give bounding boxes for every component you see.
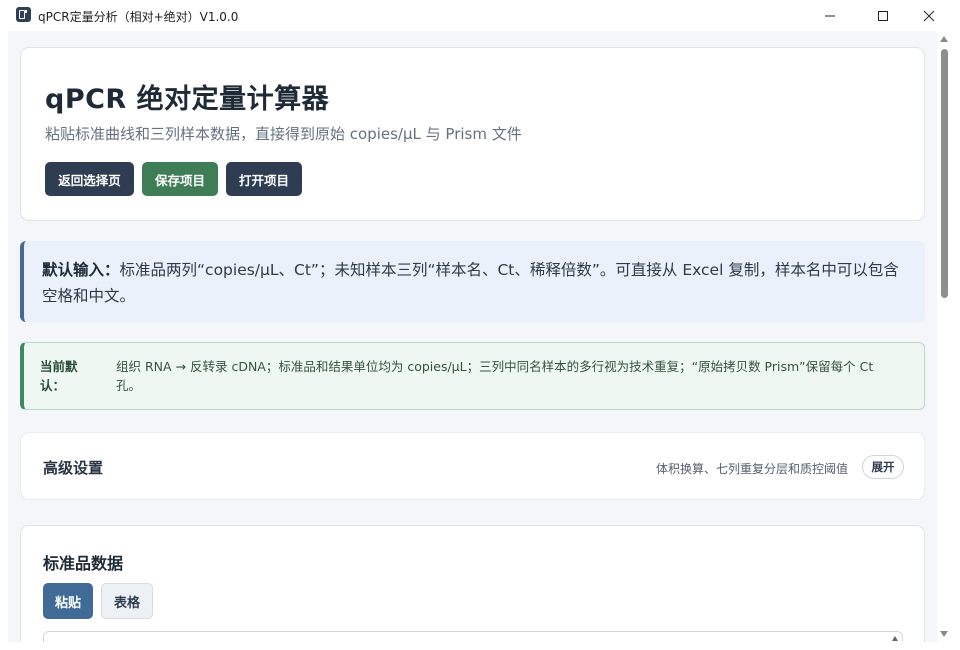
close-icon [923,10,935,21]
maximize-button[interactable] [860,0,906,31]
close-button[interactable] [906,0,952,31]
standards-title: 标准品数据 [43,554,124,573]
save-project-button[interactable]: 保存项目 [142,162,218,196]
current-default-text: 组织 RNA → 反转录 cDNA；标准品和结果单位均为 copies/μL；三… [116,359,874,393]
back-to-selection-button[interactable]: 返回选择页 [45,162,134,196]
window-title: qPCR定量分析（相对+绝对）V1.0.0 [38,10,239,24]
minimize-button[interactable] [807,0,853,31]
scroll-down-icon[interactable] [940,631,948,637]
default-input-notice: 默认输入：标准品两列“copies/μL、Ct”；未知样本三列“样本名、Ct、稀… [20,241,925,322]
app-icon [16,7,31,22]
current-default-label: 当前默认： [40,359,78,393]
expand-advanced-button[interactable]: 展开 [862,455,904,479]
scroll-up-icon[interactable] [940,36,948,42]
window-titlebar: qPCR定量分析（相对+绝对）V1.0.0 [0,0,960,31]
advanced-settings-hint: 体积换算、七列重复分层和质控阈值 [655,462,848,476]
default-input-label: 默认输入： [42,261,120,279]
page-title: qPCR 绝对定量计算器 [45,84,330,115]
standards-card: 标准品数据 粘贴 表格 [20,525,925,642]
maximize-icon [878,10,888,21]
advanced-settings-title: 高级设置 [43,459,104,477]
scrollbar-thumb[interactable] [941,49,948,298]
current-default-notice: 当前默认： 组织 RNA → 反转录 cDNA；标准品和结果单位均为 copie… [20,342,925,410]
advanced-settings-card[interactable]: 高级设置 体积换算、七列重复分层和质控阈值 展开 [20,432,925,500]
textarea-scroll-up-icon[interactable] [892,636,898,641]
page-subtitle: 粘贴标准曲线和三列样本数据，直接得到原始 copies/μL 与 Prism 文… [45,125,522,143]
main-content[interactable]: qPCR 绝对定量计算器 粘贴标准曲线和三列样本数据，直接得到原始 copies… [8,31,937,642]
minimize-icon [825,15,835,16]
vertical-scrollbar[interactable] [937,31,952,642]
tab-paste[interactable]: 粘贴 [43,583,93,619]
open-project-button[interactable]: 打开项目 [226,162,302,196]
default-input-text: 标准品两列“copies/μL、Ct”；未知样本三列“样本名、Ct、稀释倍数”。… [42,261,899,305]
standards-paste-textarea[interactable] [43,631,903,642]
header-card: qPCR 绝对定量计算器 粘贴标准曲线和三列样本数据，直接得到原始 copies… [20,47,925,221]
tab-table[interactable]: 表格 [101,583,153,619]
